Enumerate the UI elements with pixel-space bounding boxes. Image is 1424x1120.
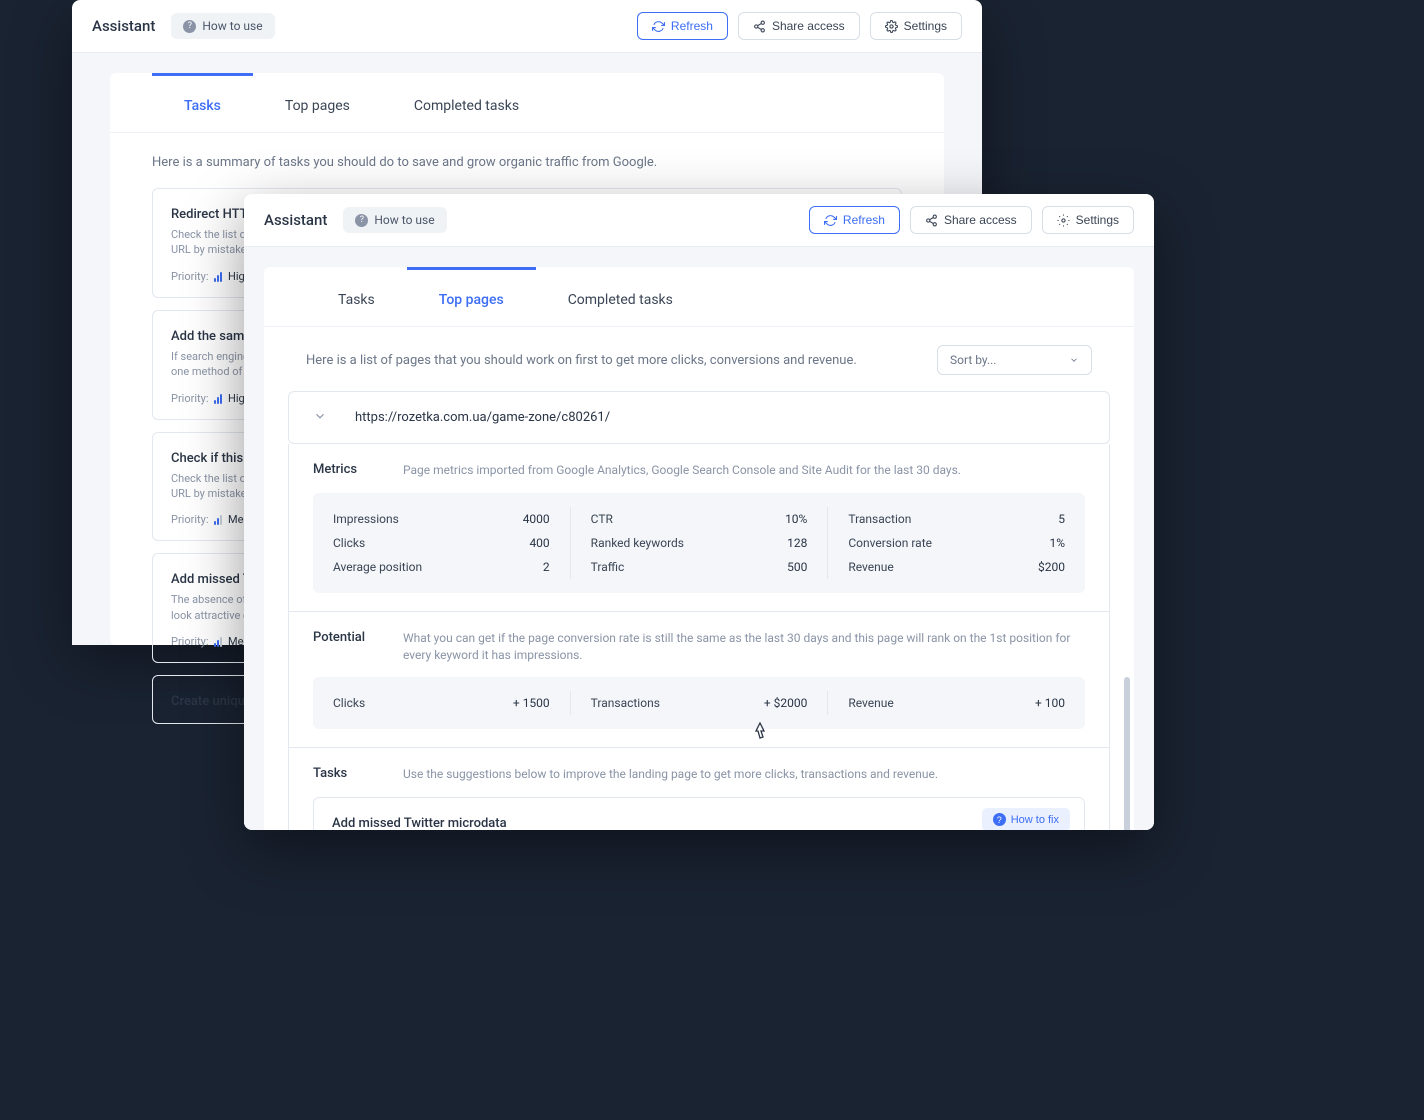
- metric-row: Clicks400: [333, 531, 550, 555]
- topbar: Assistant ? How to use Refresh Share acc…: [72, 0, 982, 53]
- sort-row: Here is a list of pages that you should …: [264, 327, 1134, 391]
- metrics-col: Impressions4000 Clicks400 Average positi…: [313, 507, 571, 579]
- help-icon: ?: [355, 214, 368, 227]
- refresh-button[interactable]: Refresh: [809, 206, 900, 234]
- metric-row: CTR10%: [591, 507, 808, 531]
- section-desc: Page metrics imported from Google Analyt…: [403, 462, 961, 479]
- how-to-use-chip[interactable]: ? How to use: [171, 13, 274, 39]
- app-title: Assistant: [264, 211, 327, 229]
- metric-row: Traffic500: [591, 555, 808, 579]
- section-label: Metrics: [313, 462, 373, 477]
- section-label: Potential: [313, 630, 373, 645]
- share-button[interactable]: Share access: [910, 206, 1032, 234]
- metric-row: Impressions4000: [333, 507, 550, 531]
- tab-tasks[interactable]: Tasks: [306, 267, 407, 326]
- how-to-fix-button[interactable]: ?How to fix: [982, 808, 1070, 830]
- tab-top-pages[interactable]: Top pages: [253, 73, 382, 132]
- scrollbar-thumb[interactable]: [1124, 677, 1130, 830]
- app-title: Assistant: [92, 17, 155, 35]
- toolbar: Refresh Share access Settings: [809, 206, 1134, 234]
- share-icon: [753, 20, 766, 33]
- metrics-table: Impressions4000 Clicks400 Average positi…: [313, 493, 1085, 593]
- sort-by-select[interactable]: Sort by...: [937, 345, 1092, 375]
- metrics-col: Revenue+ 100: [828, 691, 1085, 715]
- priority-bars-icon: [214, 515, 222, 525]
- front-card: Tasks Top pages Completed tasks Here is …: [264, 267, 1134, 830]
- share-icon: [925, 214, 938, 227]
- chevron-down-icon: [1069, 355, 1079, 365]
- priority-bars-icon: [214, 272, 222, 282]
- front-body: Tasks Top pages Completed tasks Here is …: [244, 247, 1154, 830]
- metric-row: Ranked keywords128: [591, 531, 808, 555]
- tab-top-pages[interactable]: Top pages: [407, 267, 536, 326]
- section-label: Tasks: [313, 766, 373, 781]
- section-desc: Use the suggestions below to improve the…: [403, 766, 938, 783]
- tab-completed[interactable]: Completed tasks: [382, 73, 551, 132]
- task-card[interactable]: Add missed Twitter microdata The absence…: [313, 797, 1085, 830]
- settings-button[interactable]: Settings: [870, 12, 962, 40]
- task-title: Add missed Twitter microdata: [332, 816, 507, 830]
- topbar: Assistant ? How to use Refresh Share acc…: [244, 194, 1154, 247]
- metrics-col: Transactions+ $2000: [571, 691, 829, 715]
- refresh-icon: [652, 20, 665, 33]
- help-icon: ?: [993, 813, 1006, 826]
- metrics-col: Transaction5 Conversion rate1% Revenue$2…: [828, 507, 1085, 579]
- help-icon: ?: [183, 20, 196, 33]
- metrics-col: CTR10% Ranked keywords128 Traffic500: [571, 507, 829, 579]
- tab-tasks[interactable]: Tasks: [152, 73, 253, 132]
- section-desc: What you can get if the page conversion …: [403, 630, 1085, 664]
- gear-icon: [885, 20, 898, 33]
- tab-completed[interactable]: Completed tasks: [536, 267, 705, 326]
- gear-icon: [1057, 214, 1070, 227]
- metric-row: Average position2: [333, 555, 550, 579]
- toolbar: Refresh Share access Settings: [637, 12, 962, 40]
- chevron-down-icon[interactable]: [313, 408, 327, 427]
- refresh-icon: [824, 214, 837, 227]
- assistant-panel-front: Assistant ? How to use Refresh Share acc…: [244, 194, 1154, 830]
- page-url: https://rozetka.com.ua/game-zone/c80261/: [355, 410, 610, 425]
- how-to-use-chip[interactable]: ? How to use: [343, 207, 446, 233]
- how-to-use-label: How to use: [202, 19, 262, 33]
- share-button[interactable]: Share access: [738, 12, 860, 40]
- cursor-icon: [752, 722, 768, 744]
- tasks-section: Tasks Use the suggestions below to impro…: [288, 748, 1110, 830]
- tabs: Tasks Top pages Completed tasks: [110, 73, 944, 133]
- summary-text: Here is a summary of tasks you should do…: [110, 133, 944, 188]
- metrics-section: Metrics Page metrics imported from Googl…: [288, 444, 1110, 612]
- tabs: Tasks Top pages Completed tasks: [264, 267, 1134, 327]
- priority-bars-icon: [214, 637, 222, 647]
- metrics-col: Clicks+ 1500: [313, 691, 571, 715]
- summary-text: Here is a list of pages that you should …: [306, 353, 917, 368]
- refresh-button[interactable]: Refresh: [637, 12, 728, 40]
- settings-button[interactable]: Settings: [1042, 206, 1134, 234]
- metric-row: Revenue$200: [848, 555, 1065, 579]
- potential-section: Potential What you can get if the page c…: [288, 612, 1110, 749]
- page-row[interactable]: https://rozetka.com.ua/game-zone/c80261/: [288, 391, 1110, 444]
- metric-row: Transaction5: [848, 507, 1065, 531]
- potential-table: Clicks+ 1500 Transactions+ $2000 Revenue…: [313, 677, 1085, 729]
- priority-bars-icon: [214, 394, 222, 404]
- metric-row: Conversion rate1%: [848, 531, 1065, 555]
